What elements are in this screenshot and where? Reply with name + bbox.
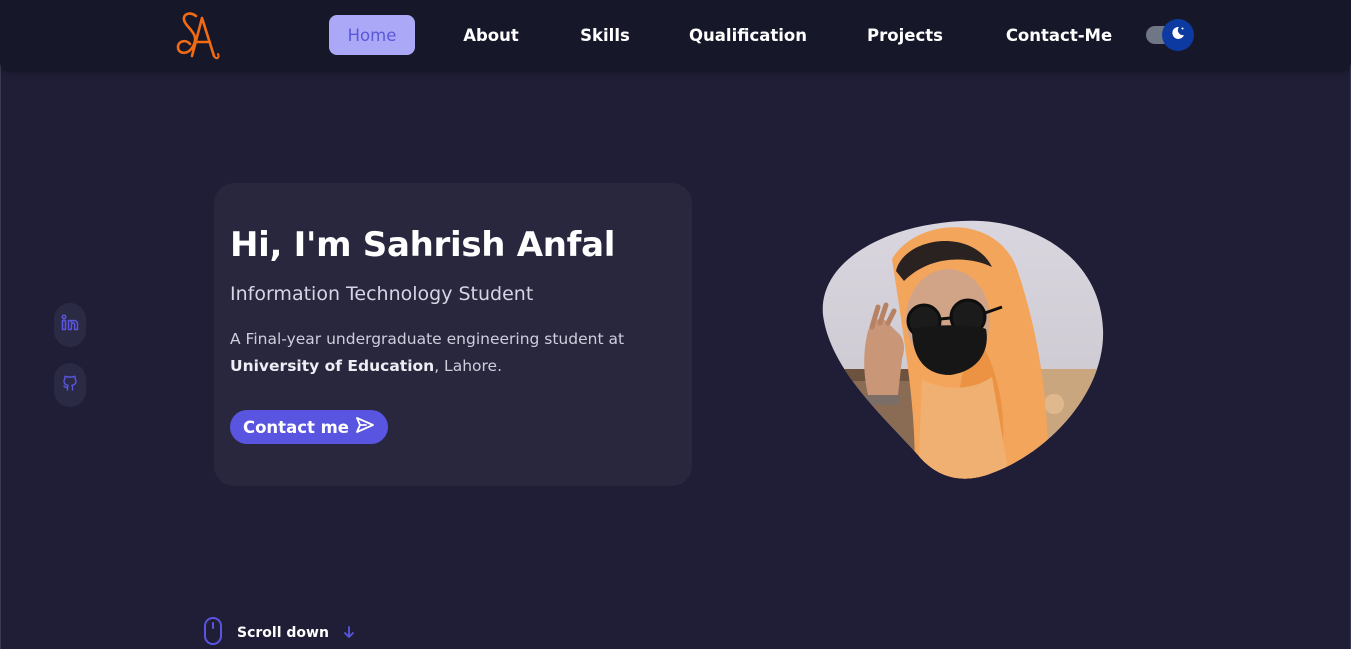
profile-photo (822, 219, 1104, 481)
navbar: Home About Skills Qualification Projects… (0, 0, 1351, 70)
scroll-down-link[interactable]: Scroll down (203, 617, 355, 649)
hero-subtitle: Information Technology Student (230, 283, 534, 305)
moon-icon (1170, 25, 1186, 45)
hero-desc-suffix: , Lahore. (434, 357, 502, 375)
linkedin-link[interactable] (54, 303, 86, 347)
github-icon (61, 374, 79, 396)
send-icon (355, 416, 375, 438)
linkedin-icon (61, 314, 79, 336)
hero-description: A Final-year undergraduate engineering s… (230, 326, 670, 380)
hero-desc-prefix: A Final-year undergraduate engineering s… (230, 330, 625, 348)
hero-card: Hi, I'm Sahrish Anfal Information Techno… (214, 183, 692, 486)
nav-home[interactable]: Home (329, 15, 415, 55)
github-link[interactable] (54, 363, 86, 407)
mouse-icon (203, 616, 223, 649)
scroll-down-label: Scroll down (237, 625, 329, 641)
nav-about[interactable]: About (458, 15, 524, 55)
nav-contact-me[interactable]: Contact-Me (999, 15, 1119, 55)
nav-projects[interactable]: Projects (864, 15, 946, 55)
arrow-down-icon (343, 624, 355, 643)
contact-button-label: Contact me (242, 417, 349, 437)
contact-me-button[interactable]: Contact me (230, 410, 388, 444)
nav-skills[interactable]: Skills (576, 15, 634, 55)
hero-desc-university: University of Education (230, 357, 435, 375)
toggle-knob (1162, 19, 1194, 51)
nav-qualification[interactable]: Qualification (686, 15, 810, 55)
hero-title: Hi, I'm Sahrish Anfal (230, 225, 616, 265)
site-logo[interactable] (174, 6, 222, 64)
theme-toggle[interactable] (1146, 19, 1196, 53)
